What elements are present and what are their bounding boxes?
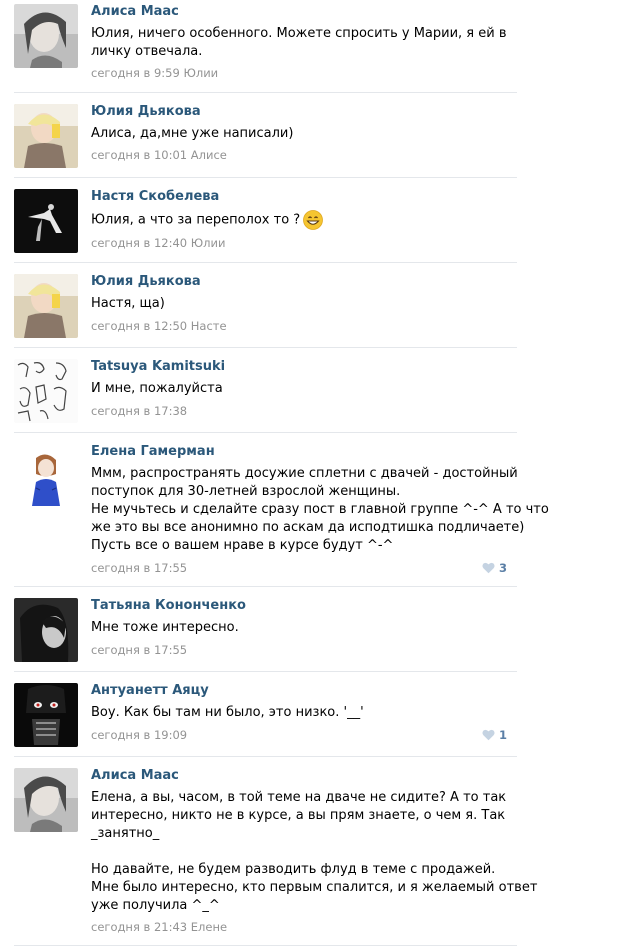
like-count: 3	[498, 561, 507, 575]
comment-text: И мне, пожалуйста	[91, 381, 223, 396]
reply-to-link[interactable]: Насте	[191, 319, 227, 333]
comment-meta: сегодня в 9:59 Юлии	[91, 66, 218, 80]
comment-meta: сегодня в 17:55	[91, 561, 187, 575]
avatar[interactable]	[14, 359, 78, 423]
comment-date[interactable]: сегодня в 19:09	[91, 728, 187, 742]
grinning-emoji	[303, 210, 324, 230]
comment-author[interactable]: Татьяна Кононченко	[91, 598, 246, 613]
like-button[interactable]: 1	[482, 728, 507, 742]
comment: Татьяна Кононченко Мне тоже интересно. с…	[14, 598, 517, 672]
comment-text: Алиса, да,мне уже написали)	[91, 126, 294, 141]
separator	[14, 756, 517, 757]
comment-text: Настя, ща)	[91, 296, 165, 311]
reply-to-link[interactable]: Юлии	[183, 66, 218, 80]
comment-date[interactable]: сегодня в 9:59	[91, 66, 180, 80]
comment: Настя Скобелева Юлия, а что за переполох…	[14, 189, 517, 263]
comment-meta: сегодня в 17:38	[91, 404, 187, 418]
separator	[14, 671, 517, 672]
comment-text: Елена, а вы, часом, в той теме на дваче …	[91, 790, 538, 913]
separator	[14, 586, 517, 587]
comment-meta: сегодня в 12:50 Насте	[91, 319, 227, 333]
comment: Елена Гамерман Ммм, распространять досуж…	[14, 444, 549, 587]
reply-to-link[interactable]: Алисе	[191, 148, 227, 162]
avatar[interactable]	[14, 274, 78, 338]
avatar[interactable]	[14, 444, 78, 508]
comment-author[interactable]: Антуанетт Аяцу	[91, 683, 209, 698]
avatar[interactable]	[14, 189, 78, 253]
like-button[interactable]: 3	[482, 561, 507, 575]
comment-meta: сегодня в 17:55	[91, 643, 187, 657]
comment-author[interactable]: Алиса Маас	[91, 768, 179, 783]
comment-date[interactable]: сегодня в 12:50	[91, 319, 187, 333]
comment-author[interactable]: Tatsuya Kamitsuki	[91, 359, 225, 374]
comment: Алиса Маас Юлия, ничего особенного. Може…	[14, 4, 517, 93]
separator	[14, 945, 517, 946]
comment-date[interactable]: сегодня в 21:43	[91, 920, 187, 934]
avatar[interactable]	[14, 598, 78, 662]
comment-meta: сегодня в 21:43 Елене	[91, 920, 227, 934]
comment-date[interactable]: сегодня в 17:38	[91, 404, 187, 418]
comment-text: Юлия, а что за переполох то ?	[91, 210, 517, 230]
comment-text: Ммм, распространять досужие сплетни с дв…	[91, 466, 549, 553]
comment-meta: сегодня в 10:01 Алисе	[91, 148, 227, 162]
comment-text: Юлия, ничего особенного. Можете спросить…	[91, 26, 507, 59]
comment-author[interactable]: Юлия Дьякова	[91, 104, 201, 119]
separator	[14, 262, 517, 263]
heart-icon	[482, 729, 495, 741]
comment-meta: сегодня в 19:09	[91, 728, 187, 742]
comment-meta: сегодня в 12:40 Юлии	[91, 236, 225, 250]
comment-date[interactable]: сегодня в 17:55	[91, 561, 187, 575]
comment-text: Воу. Как бы там ни было, это низко. '__'	[91, 705, 364, 720]
like-count: 1	[498, 728, 507, 742]
comment: Юлия Дьякова Алиса, да,мне уже написали)…	[14, 104, 517, 178]
separator	[14, 92, 517, 93]
separator	[14, 177, 517, 178]
avatar[interactable]	[14, 683, 78, 747]
separator	[14, 432, 517, 433]
comment: Tatsuya Kamitsuki И мне, пожалуйста сего…	[14, 359, 517, 433]
comment-author[interactable]: Юлия Дьякова	[91, 274, 201, 289]
separator	[14, 347, 517, 348]
avatar[interactable]	[14, 768, 78, 832]
comment: Алиса Маас Елена, а вы, часом, в той тем…	[14, 768, 538, 946]
comment-author[interactable]: Настя Скобелева	[91, 189, 219, 204]
comment-date[interactable]: сегодня в 17:55	[91, 643, 187, 657]
avatar[interactable]	[14, 104, 78, 168]
comment-date[interactable]: сегодня в 10:01	[91, 148, 187, 162]
heart-icon	[482, 562, 495, 574]
comment: Юлия Дьякова Настя, ща) сегодня в 12:50 …	[14, 274, 517, 348]
reply-to-link[interactable]: Юлии	[191, 236, 226, 250]
comment-date[interactable]: сегодня в 12:40	[91, 236, 187, 250]
comment-author[interactable]: Алиса Маас	[91, 4, 179, 19]
comment-text: Мне тоже интересно.	[91, 620, 239, 635]
reply-to-link[interactable]: Елене	[191, 920, 227, 934]
avatar[interactable]	[14, 4, 78, 68]
comment: Антуанетт Аяцу Воу. Как бы там ни было, …	[14, 683, 517, 757]
comment-author[interactable]: Елена Гамерман	[91, 444, 215, 459]
